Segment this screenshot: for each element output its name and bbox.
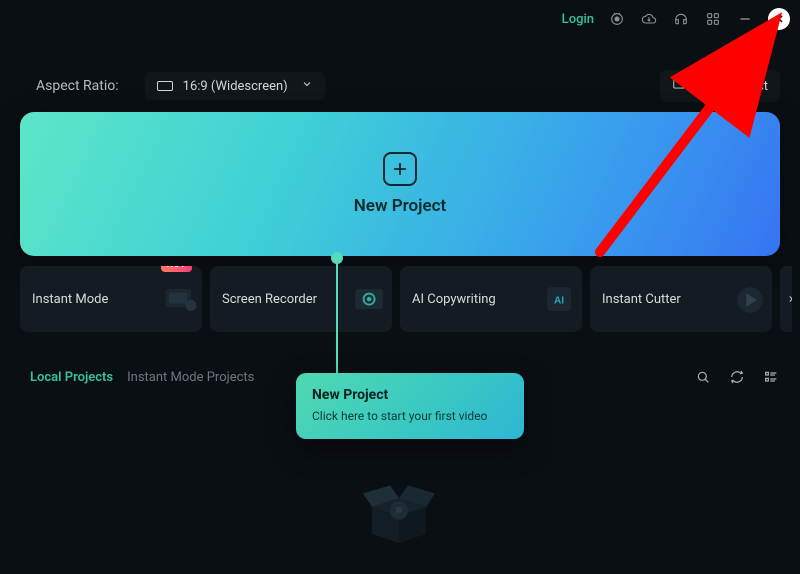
aspect-ratio-label: Aspect Ratio: [36,78,119,94]
feature-card-instant-cutter[interactable]: Instant Cutter [590,266,772,332]
chevron-down-icon [301,78,313,94]
feature-card-instant-mode[interactable]: HOT Instant Mode [20,266,202,332]
onboarding-tooltip: New Project Click here to start your fir… [296,373,524,439]
feature-label: Instant Cutter [602,292,681,307]
open-project-label: Open Project [694,79,769,94]
screen-recorder-icon [342,272,392,328]
plus-icon [383,152,417,186]
tooltip-title: New Project [312,387,508,403]
empty-projects-illustration [354,462,444,552]
instant-mode-icon [152,272,202,328]
feature-label: Screen Recorder [222,292,317,307]
open-project-button[interactable]: Open Project [660,70,781,102]
aspect-ratio-value: 16:9 (Widescreen) [183,79,288,94]
screen-icon [157,81,173,91]
svg-text:AI: AI [554,296,564,307]
aspect-ratio-select[interactable]: 16:9 (Widescreen) [145,72,325,100]
refresh-icon[interactable] [728,368,746,386]
record-icon[interactable] [608,10,626,28]
tooltip-stem [336,256,338,373]
instant-cutter-icon [722,272,772,328]
search-icon[interactable] [694,368,712,386]
cloud-icon[interactable] [640,10,658,28]
list-view-icon[interactable] [762,368,780,386]
feature-next-button[interactable] [780,266,792,332]
minimize-icon[interactable] [736,10,754,28]
tab-local-projects[interactable]: Local Projects [30,370,113,385]
ai-copywriting-icon: AI [532,272,582,328]
feature-label: AI Copywriting [412,292,496,307]
tooltip-body: Click here to start your first video [312,409,508,423]
feature-cards-row: HOT Instant Mode Screen Recorder AI Copy… [20,266,792,332]
apps-icon[interactable] [704,10,722,28]
new-project-button[interactable]: New Project [20,112,780,256]
tab-instant-mode-projects[interactable]: Instant Mode Projects [127,370,254,385]
feature-card-ai-copywriting[interactable]: AI Copywriting AI [400,266,582,332]
login-link[interactable]: Login [562,12,594,27]
headset-icon[interactable] [672,10,690,28]
folder-icon [672,77,686,95]
new-project-title: New Project [354,196,446,216]
feature-label: Instant Mode [32,292,108,307]
feature-card-screen-recorder[interactable]: Screen Recorder [210,266,392,332]
close-button[interactable] [768,8,790,30]
